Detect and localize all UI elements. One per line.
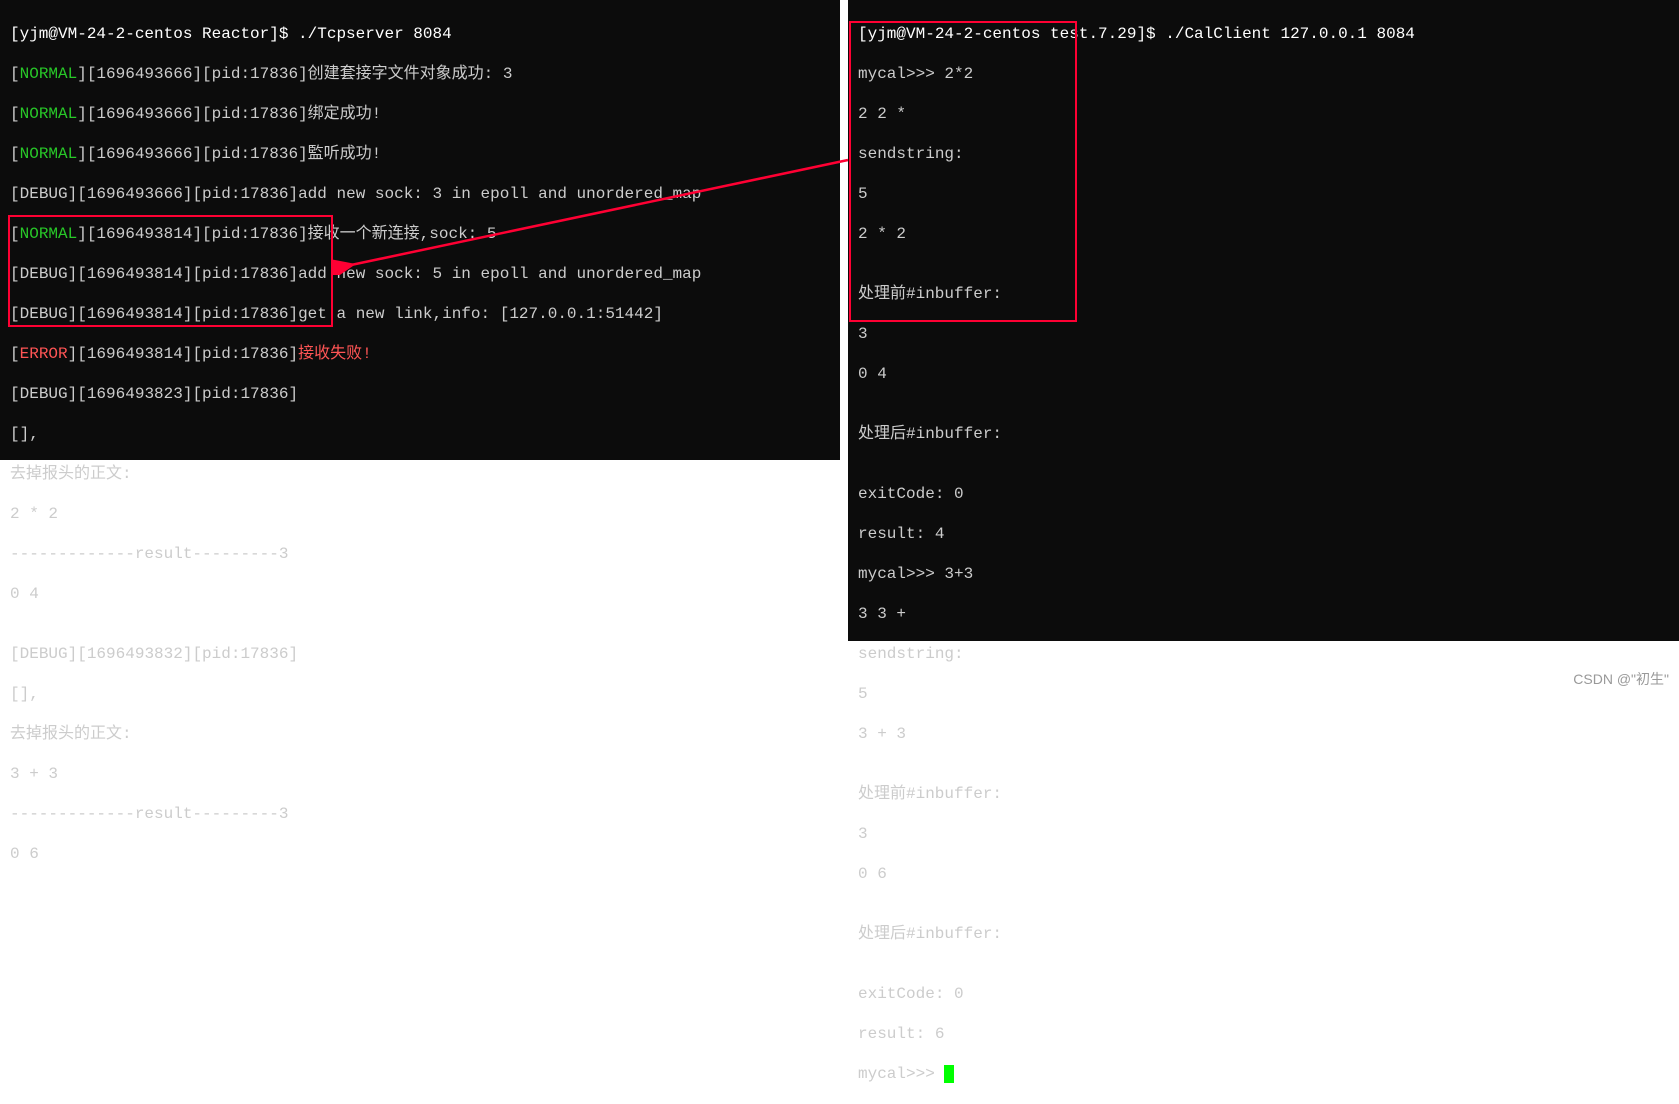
output-line: 3 + 3 [10,764,830,784]
output-line: 5 [858,684,1669,704]
output-line: 0 4 [858,364,1669,384]
log-line: [NORMAL][1696493666][pid:17836]绑定成功! [10,104,830,124]
output-line: exitCode: 0 [858,484,1669,504]
output-line: 处理后#inbuffer: [858,924,1669,944]
output-line: 处理前#inbuffer: [858,284,1669,304]
output-line: 处理前#inbuffer: [858,784,1669,804]
cursor-icon [944,1065,954,1083]
output-line: 2 * 2 [10,504,830,524]
output-line: 5 [858,184,1669,204]
watermark-text: CSDN @"初生" [1573,669,1669,689]
output-line: -------------result---------3 [10,804,830,824]
output-line: 0 4 [10,584,830,604]
log-line: [DEBUG][1696493814][pid:17836]get a new … [10,304,830,324]
log-line: [DEBUG][1696493823][pid:17836] [10,384,830,404]
client-prompt-line: [yjm@VM-24-2-centos test.7.29]$ ./CalCli… [858,24,1669,44]
client-input-prompt[interactable]: mycal>>> [858,1064,1669,1084]
log-line: [NORMAL][1696493666][pid:17836]创建套接字文件对象… [10,64,830,84]
output-line: 去掉报头的正文: [10,724,830,744]
output-line: 3 [858,324,1669,344]
output-line: 2 * 2 [858,224,1669,244]
log-line: [DEBUG][1696493814][pid:17836]add new so… [10,264,830,284]
output-line: sendstring: [858,144,1669,164]
client-terminal[interactable]: [yjm@VM-24-2-centos test.7.29]$ ./CalCli… [848,0,1679,641]
server-prompt-line: [yjm@VM-24-2-centos Reactor]$ ./Tcpserve… [10,24,830,44]
server-terminal[interactable]: [yjm@VM-24-2-centos Reactor]$ ./Tcpserve… [0,0,840,460]
log-line: [NORMAL][1696493666][pid:17836]監听成功! [10,144,830,164]
output-line: 0 6 [10,844,830,864]
output-line: result: 4 [858,524,1669,544]
output-line: 3 3 + [858,604,1669,624]
output-line: [], [10,684,830,704]
output-line: 处理后#inbuffer: [858,424,1669,444]
log-line: [DEBUG][1696493666][pid:17836]add new so… [10,184,830,204]
output-line: mycal>>> 2*2 [858,64,1669,84]
output-line: [], [10,424,830,444]
output-line: 2 2 * [858,104,1669,124]
output-line: result: 6 [858,1024,1669,1044]
output-line: 0 6 [858,864,1669,884]
output-line: exitCode: 0 [858,984,1669,1004]
output-line: -------------result---------3 [10,544,830,564]
log-line: [NORMAL][1696493814][pid:17836]接收一个新连接,s… [10,224,830,244]
output-line: sendstring: [858,644,1669,664]
log-line: [DEBUG][1696493832][pid:17836] [10,644,830,664]
output-line: 3 + 3 [858,724,1669,744]
output-line: 去掉报头的正文: [10,464,830,484]
output-line: mycal>>> 3+3 [858,564,1669,584]
output-line: 3 [858,824,1669,844]
log-line: [ERROR][1696493814][pid:17836]接收失败! [10,344,830,364]
